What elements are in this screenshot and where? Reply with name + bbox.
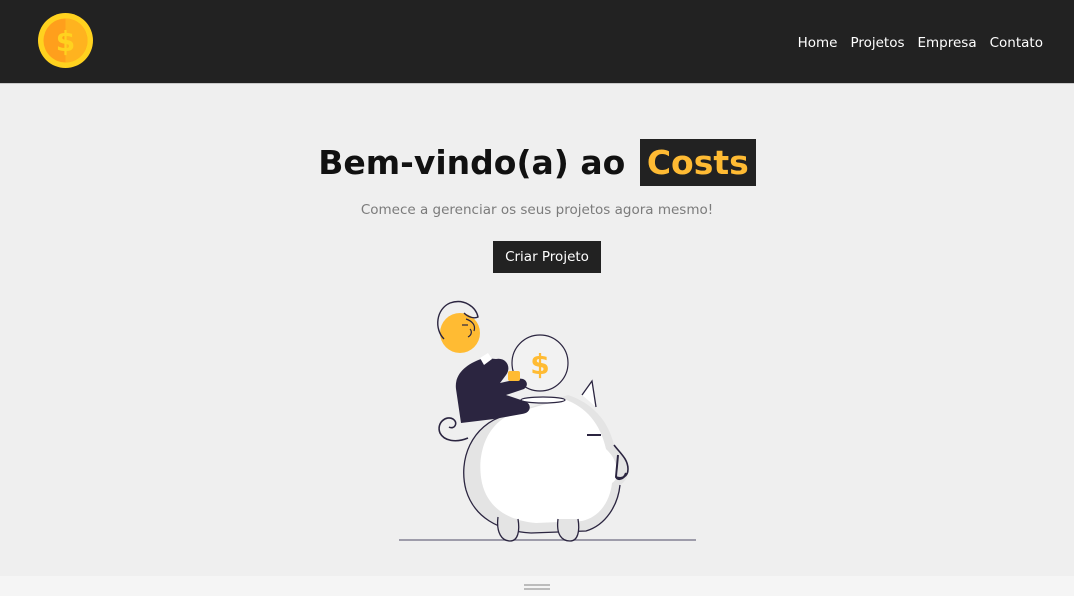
nav-link-projetos[interactable]: Projetos bbox=[850, 35, 904, 51]
hero-subtitle: Comece a gerenciar os seus projetos agor… bbox=[360, 202, 714, 218]
nav-link-contato[interactable]: Contato bbox=[990, 35, 1043, 51]
nav-menu: Home Projetos Empresa Contato bbox=[785, 32, 1043, 51]
svg-text:$: $ bbox=[530, 348, 549, 381]
svg-text:$: $ bbox=[56, 25, 75, 58]
drag-handle-icon[interactable] bbox=[524, 584, 550, 590]
nav-item-home: Home bbox=[798, 32, 838, 51]
navbar: $ Home Projetos Empresa Contato bbox=[0, 0, 1074, 84]
piggy-bank-savings-illustration: $ bbox=[399, 300, 696, 542]
hero-title-text: Bem-vindo(a) ao bbox=[318, 143, 626, 182]
bottom-bar bbox=[0, 576, 1074, 596]
create-project-button[interactable]: Criar Projeto bbox=[493, 241, 601, 273]
hero-title: Bem-vindo(a) ao Costs bbox=[0, 139, 1074, 186]
nav-item-contato: Contato bbox=[990, 32, 1043, 51]
nav-link-home[interactable]: Home bbox=[798, 35, 838, 51]
hero-section: Bem-vindo(a) ao Costs Comece a gerenciar… bbox=[0, 85, 1074, 575]
nav-item-projetos: Projetos bbox=[850, 32, 904, 51]
coin-dollar-icon[interactable]: $ bbox=[37, 12, 94, 69]
nav-link-empresa[interactable]: Empresa bbox=[918, 35, 977, 51]
nav-item-empresa: Empresa bbox=[918, 32, 977, 51]
brand-highlight: Costs bbox=[639, 139, 756, 186]
